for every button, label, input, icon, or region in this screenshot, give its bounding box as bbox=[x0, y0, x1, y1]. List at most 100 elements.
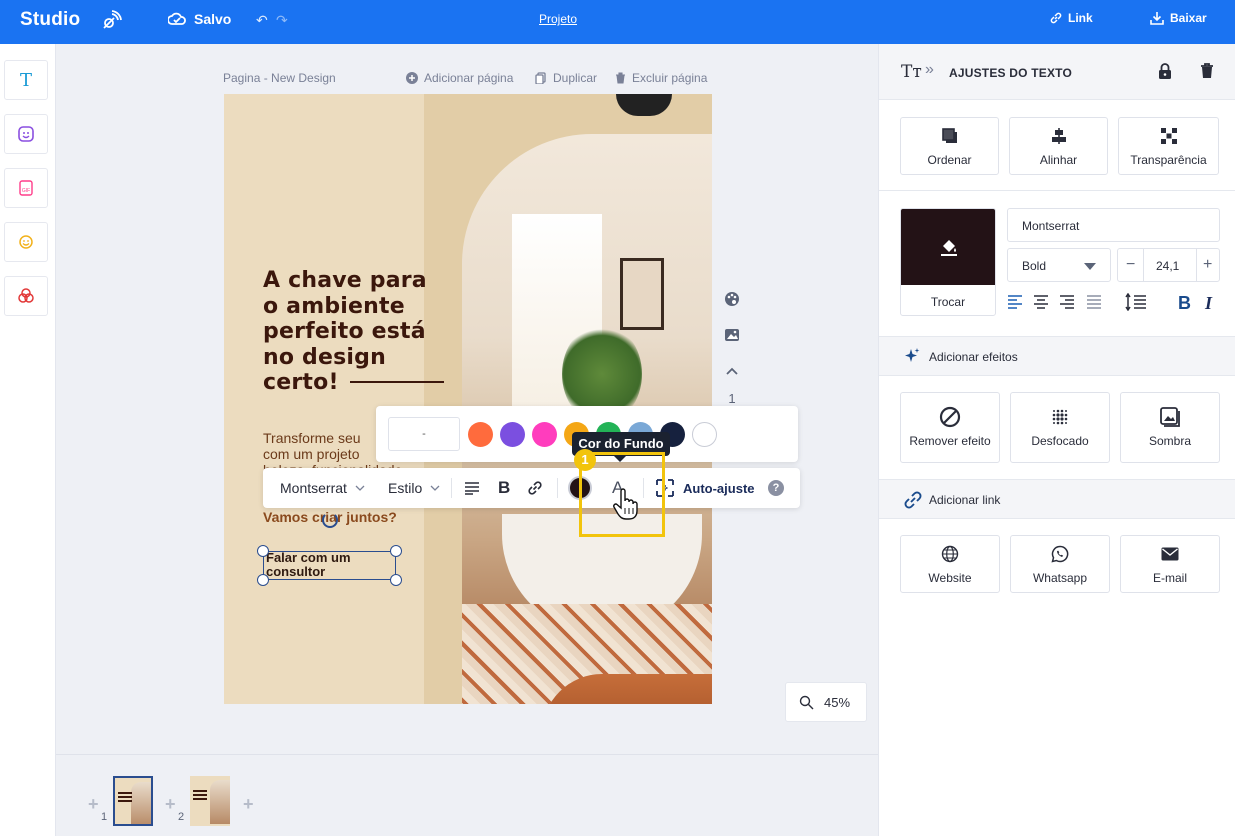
style-dropdown[interactable]: Estilo bbox=[388, 468, 440, 508]
add-page-between-icon[interactable]: + bbox=[165, 794, 176, 815]
thumbnail-line bbox=[193, 794, 207, 796]
line-height-icon[interactable] bbox=[1125, 293, 1147, 311]
bold-icon[interactable]: B bbox=[498, 468, 510, 508]
design-page[interactable] bbox=[224, 94, 712, 704]
order-label: Ordenar bbox=[927, 153, 972, 167]
add-page-button[interactable]: Adicionar página bbox=[406, 71, 513, 85]
resize-handle-top-left[interactable] bbox=[257, 545, 269, 557]
resize-handle-bottom-right[interactable] bbox=[390, 574, 402, 586]
font-family-field[interactable]: Montserrat bbox=[1007, 208, 1220, 242]
font-size-stepper[interactable]: − 24,1 + bbox=[1117, 248, 1220, 282]
align-element-button[interactable]: Alinhar bbox=[1009, 117, 1108, 175]
redo-icon[interactable]: ↷ bbox=[276, 12, 288, 29]
emoji-tool-button[interactable] bbox=[4, 222, 48, 262]
add-page-after-icon[interactable]: + bbox=[243, 794, 254, 815]
lock-icon[interactable] bbox=[1158, 63, 1172, 79]
thumbnail-number: 1 bbox=[101, 811, 108, 823]
increase-size-button[interactable]: + bbox=[1203, 256, 1212, 274]
design-headline[interactable]: A chave para o ambiente perfeito está no… bbox=[263, 268, 483, 396]
trash-icon[interactable] bbox=[1200, 62, 1214, 79]
auto-fit-button[interactable]: Auto-ajuste bbox=[655, 468, 755, 508]
text-tool-button[interactable]: T bbox=[4, 60, 48, 100]
order-button[interactable]: Ordenar bbox=[900, 117, 999, 175]
add-page-before-icon[interactable]: + bbox=[88, 794, 99, 815]
rotate-handle[interactable] bbox=[322, 512, 338, 528]
color-swatch-white[interactable] bbox=[692, 422, 717, 447]
properties-panel: Tт » AJUSTES DO TEXTO Ordenar Alinhar Tr… bbox=[878, 44, 1235, 836]
saved-status: Salvo bbox=[168, 11, 231, 27]
text-align-right-icon[interactable] bbox=[1059, 294, 1075, 310]
website-link-button[interactable]: Website bbox=[900, 535, 1000, 593]
page-thumbnail[interactable] bbox=[190, 776, 230, 826]
help-button[interactable]: ? bbox=[768, 468, 784, 508]
toolbar-divider bbox=[451, 478, 452, 498]
double-chevron-icon: » bbox=[925, 61, 934, 78]
zoom-value: 45% bbox=[824, 694, 851, 710]
zoom-control[interactable]: 45% bbox=[785, 682, 867, 722]
effects-section-header: Adicionar efeitos bbox=[879, 336, 1235, 376]
bold-toggle-icon[interactable]: B bbox=[1178, 293, 1191, 314]
align-button[interactable] bbox=[464, 468, 480, 508]
color-swatch-pink[interactable] bbox=[532, 422, 557, 447]
page-thumbnail[interactable] bbox=[113, 776, 153, 826]
image-icon[interactable] bbox=[722, 325, 742, 345]
hex-color-input[interactable]: - bbox=[388, 417, 460, 451]
resize-handle-top-right[interactable] bbox=[390, 545, 402, 557]
font-weight-select[interactable]: Bold bbox=[1007, 248, 1111, 282]
headline-underline bbox=[350, 381, 444, 383]
page-counter: 1 bbox=[728, 390, 736, 406]
resize-handle-bottom-left[interactable] bbox=[257, 574, 269, 586]
font-family-value: Montserrat bbox=[1022, 219, 1080, 233]
copy-icon bbox=[535, 72, 546, 84]
link-button[interactable]: Link bbox=[1050, 11, 1093, 25]
transparency-button[interactable]: Transparência bbox=[1118, 117, 1219, 175]
download-button[interactable]: Baixar bbox=[1150, 11, 1207, 25]
undo-icon[interactable]: ↶ bbox=[256, 12, 268, 29]
palette-icon[interactable] bbox=[722, 289, 742, 309]
hand-cursor-icon bbox=[613, 488, 638, 520]
step-badge: 1 bbox=[574, 449, 596, 471]
elements-tool-button[interactable] bbox=[4, 114, 48, 154]
transparency-label: Transparência bbox=[1130, 153, 1207, 167]
duplicate-button[interactable]: Duplicar bbox=[535, 71, 597, 85]
text-color-picker[interactable]: Trocar bbox=[900, 208, 996, 316]
top-bar: Studio Salvo ↶ ↷ Projeto Link Baixar bbox=[0, 0, 1235, 44]
text-align-center-icon[interactable] bbox=[1033, 294, 1049, 310]
font-dropdown[interactable]: Montserrat bbox=[280, 468, 365, 508]
thumbnail-photo bbox=[210, 780, 230, 824]
emoji-icon bbox=[19, 235, 33, 249]
whatsapp-link-button[interactable]: Whatsapp bbox=[1010, 535, 1110, 593]
link-label: Link bbox=[1068, 11, 1093, 25]
text-align-left-icon[interactable] bbox=[1007, 294, 1023, 310]
chevron-up-icon[interactable] bbox=[722, 361, 742, 381]
blur-effect-label: Desfocado bbox=[1031, 434, 1089, 448]
italic-toggle-icon[interactable]: I bbox=[1205, 293, 1212, 314]
shadow-effect-button[interactable]: Sombra bbox=[1120, 392, 1220, 463]
remove-effect-button[interactable]: Remover efeito bbox=[900, 392, 1000, 463]
blend-tool-button[interactable] bbox=[4, 276, 48, 316]
whatsapp-label: Whatsapp bbox=[1032, 571, 1088, 585]
decrease-size-button[interactable]: − bbox=[1126, 256, 1135, 274]
color-swatch-purple[interactable] bbox=[500, 422, 525, 447]
help-icon: ? bbox=[768, 480, 784, 496]
cloud-check-icon bbox=[168, 12, 186, 25]
thumbnail-number: 2 bbox=[178, 811, 185, 823]
delete-page-button[interactable]: Excluir página bbox=[615, 71, 707, 85]
effects-header-label: Adicionar efeitos bbox=[929, 350, 1018, 364]
shadow-effect-label: Sombra bbox=[1148, 434, 1192, 448]
email-link-button[interactable]: E-mail bbox=[1120, 535, 1220, 593]
link-icon bbox=[528, 481, 542, 495]
link-button-toolbar[interactable] bbox=[527, 468, 543, 508]
gif-tool-button[interactable]: GIF bbox=[4, 168, 48, 208]
font-dropdown-label: Montserrat bbox=[280, 480, 347, 496]
remove-effect-label: Remover efeito bbox=[909, 434, 991, 448]
sticker-icon bbox=[18, 126, 34, 142]
color-swatch-orange[interactable] bbox=[468, 422, 493, 447]
page-name: Pagina - New Design bbox=[223, 71, 336, 85]
project-link[interactable]: Projeto bbox=[539, 12, 577, 26]
website-label: Website bbox=[928, 571, 972, 585]
mail-icon bbox=[1161, 547, 1179, 561]
blur-effect-button[interactable]: Desfocado bbox=[1010, 392, 1110, 463]
no-effect-icon bbox=[939, 406, 961, 428]
text-align-justify-icon[interactable] bbox=[1086, 294, 1102, 310]
